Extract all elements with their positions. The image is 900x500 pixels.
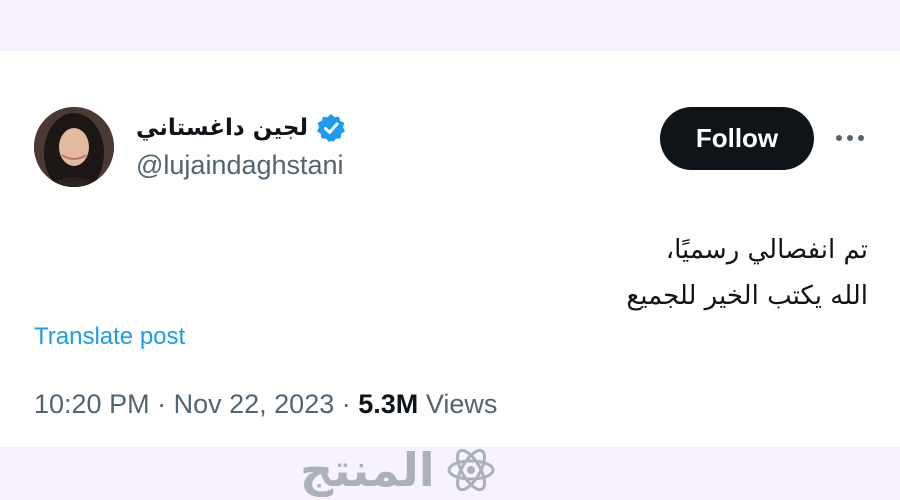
post-text: تم انفصالي رسميًا، الله يكتب الخير للجمي… — [308, 227, 868, 319]
author-display-name[interactable]: لجين داغستاني — [136, 115, 308, 141]
post-text-line-1: تم انفصالي رسميًا، — [665, 235, 868, 265]
watermark: المنتج — [300, 440, 610, 500]
meta-separator: · — [341, 389, 351, 419]
views-count: 5.3M — [358, 389, 419, 419]
author-avatar[interactable] — [34, 107, 114, 187]
post-text-line-2: الله يكتب الخير للجميع — [626, 281, 868, 311]
atom-logo-icon — [447, 448, 495, 492]
views-label: Views — [425, 389, 498, 419]
verified-badge-icon[interactable] — [316, 113, 346, 143]
translate-post-link[interactable]: Translate post — [34, 323, 185, 351]
post-card: لجين داغستاني @lujaindaghstani Follow تم… — [0, 51, 900, 447]
more-options-button[interactable] — [828, 123, 872, 153]
ellipsis-icon — [836, 135, 864, 141]
follow-button[interactable]: Follow — [660, 107, 814, 170]
watermark-text: المنتج — [300, 443, 435, 497]
post-date[interactable]: Nov 22, 2023 — [174, 389, 335, 419]
author-handle[interactable]: @lujaindaghstani — [136, 150, 344, 181]
meta-separator: · — [157, 389, 167, 419]
post-metadata: 10:20 PM · Nov 22, 2023 · 5.3M Views — [34, 389, 497, 420]
post-time[interactable]: 10:20 PM — [34, 389, 150, 419]
author-name-row: لجين داغستاني — [136, 111, 346, 145]
avatar-image — [34, 107, 114, 187]
